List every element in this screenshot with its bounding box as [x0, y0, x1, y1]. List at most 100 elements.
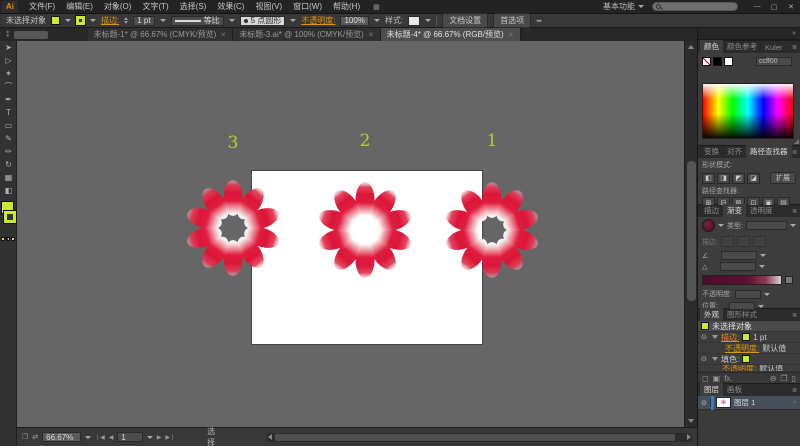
none-swatch[interactable]	[702, 57, 711, 66]
prev-artboard-button[interactable]: ◀	[109, 434, 114, 441]
search-input[interactable]	[652, 2, 738, 11]
visibility-eye-icon[interactable]: ⊙	[701, 333, 709, 341]
scroll-down-icon[interactable]	[688, 419, 694, 423]
delete-item-button[interactable]: ▯	[792, 374, 796, 383]
stroke-weight-stepper[interactable]	[124, 17, 128, 24]
expand-button[interactable]: 扩展	[770, 172, 796, 184]
appearance-fill-row[interactable]: ⊙ 填色:	[698, 354, 800, 365]
stop-opacity-dropdown-icon[interactable]	[764, 293, 770, 296]
black-swatch[interactable]	[713, 57, 722, 66]
menu-type[interactable]: 文字(T)	[137, 0, 173, 13]
collapse-panels-icon[interactable]: »	[792, 30, 796, 37]
artboard-number-field[interactable]: 1	[117, 432, 142, 442]
flower-3[interactable]	[185, 180, 281, 276]
fill-attr-label[interactable]: 填色:	[721, 354, 739, 365]
opacity-attr-link[interactable]: 不透明度:	[725, 343, 759, 354]
zoom-level-field[interactable]: 66.67%	[42, 432, 81, 442]
visibility-eye-icon[interactable]: ⊙	[701, 355, 709, 363]
aspect-ratio-field[interactable]	[720, 262, 756, 271]
lasso-tool[interactable]: ⌒	[0, 80, 17, 93]
menu-select[interactable]: 选择(S)	[175, 0, 212, 13]
tab-stroke[interactable]: 描边	[700, 204, 723, 217]
fill-attr-swatch[interactable]	[742, 355, 750, 363]
tab-graphic-styles[interactable]: 图形样式	[723, 308, 761, 321]
stroke-proxy-swatch[interactable]	[4, 211, 16, 223]
panel-menu-icon[interactable]: ≣	[792, 312, 797, 319]
doc-tab-3-active[interactable]: 未标题-4* @ 66.67% (RGB/预览) ✕	[381, 28, 521, 41]
canvas[interactable]: 3 2 1	[17, 41, 684, 427]
tab-kuler[interactable]: Kuler	[761, 42, 787, 53]
appearance-opacity-row[interactable]: 不透明度: 默认值	[698, 343, 800, 354]
direct-selection-tool[interactable]: ▷	[0, 54, 17, 67]
menu-file[interactable]: 文件(F)	[24, 0, 60, 13]
gradient-mode-button[interactable]	[6, 237, 10, 241]
flower-2[interactable]	[317, 182, 413, 278]
gradient-slider[interactable]	[702, 275, 782, 285]
new-fill-button[interactable]: ▣	[713, 374, 721, 383]
menu-edit[interactable]: 编辑(E)	[61, 0, 98, 13]
document-setup-button[interactable]: 文档设置	[442, 13, 488, 28]
scroll-left-icon[interactable]	[268, 434, 272, 440]
doc-tab-1[interactable]: 未标题-1* @ 66.67% (CMYK/预览) ✕	[88, 28, 234, 41]
rectangle-tool[interactable]: ▭	[0, 119, 17, 132]
horizontal-scroll-thumb[interactable]	[275, 434, 675, 441]
width-profile-dropdown[interactable]: 等比	[171, 16, 224, 26]
magic-wand-tool[interactable]: ✶	[0, 67, 17, 80]
white-swatch[interactable]	[724, 57, 733, 66]
status-icon-2[interactable]: ⇄	[32, 433, 38, 441]
stroke-dropdown-icon[interactable]	[90, 19, 96, 22]
close-icon[interactable]: ✕	[220, 31, 226, 39]
style-swatch[interactable]	[408, 16, 420, 26]
last-artboard-button[interactable]: ▶❘	[165, 434, 175, 441]
panel-menu-icon[interactable]: ≣	[792, 44, 797, 51]
next-artboard-button[interactable]: ▶	[157, 434, 162, 441]
stroke-panel-link[interactable]: 描边:	[101, 15, 119, 26]
style-dropdown-icon[interactable]	[425, 19, 431, 22]
vertical-scrollbar[interactable]	[684, 41, 697, 427]
stroke-attr-link[interactable]: 描边:	[721, 332, 739, 343]
first-artboard-button[interactable]: ❘◀	[95, 434, 105, 441]
color-mode-button[interactable]	[1, 237, 5, 241]
rotate-tool[interactable]: ↻	[0, 158, 17, 171]
opacity-attr-link[interactable]: 不透明度:	[722, 365, 756, 372]
gradient-swatch-dropdown-icon[interactable]	[718, 224, 724, 227]
profile-dropdown-icon[interactable]	[229, 19, 235, 22]
minimize-button[interactable]: —	[752, 3, 762, 11]
mesh-tool[interactable]: ▦	[0, 171, 17, 184]
tab-gradient[interactable]: 渐变	[723, 204, 746, 217]
fill-color-swatch[interactable]	[51, 16, 60, 25]
panel-menu-icon[interactable]: ≣	[792, 387, 797, 394]
type-dropdown-icon[interactable]	[790, 224, 796, 227]
expand-row-icon[interactable]	[712, 335, 718, 339]
maximize-button[interactable]: ▢	[769, 3, 779, 11]
brush-dropdown-icon[interactable]	[290, 19, 296, 22]
tab-color-guide[interactable]: 颜色参考	[723, 40, 761, 53]
close-icon[interactable]: ✕	[508, 31, 514, 39]
preferences-button[interactable]: 首选项	[493, 13, 531, 28]
pen-tool[interactable]: ✒	[0, 93, 17, 106]
tab-color[interactable]: 颜色	[700, 40, 723, 53]
artboard-dropdown-icon[interactable]	[147, 436, 153, 439]
stroke-attr-swatch[interactable]	[742, 333, 750, 341]
panel-menu-icon[interactable]: ≣	[792, 149, 797, 156]
layer-row-1[interactable]: ⊙ ✳ 图层 1 ◦	[698, 396, 800, 410]
stroke-color-swatch[interactable]	[76, 16, 85, 25]
opacity-dropdown-icon[interactable]	[374, 19, 380, 22]
menu-effect[interactable]: 效果(C)	[212, 0, 249, 13]
scroll-up-icon[interactable]	[688, 45, 694, 49]
exclude-button[interactable]: ◪	[747, 173, 760, 184]
opacity-field[interactable]: 100%	[340, 16, 368, 26]
tab-artboards[interactable]: 画板	[723, 383, 746, 396]
tab-layers[interactable]: 图层	[700, 383, 723, 396]
tab-transform[interactable]: 变换	[700, 145, 723, 158]
workspace-switcher[interactable]: 基本功能	[603, 1, 644, 12]
pencil-tool[interactable]: ✏	[0, 145, 17, 158]
tab-align[interactable]: 对齐	[723, 145, 746, 158]
stroke-weight-dropdown-icon[interactable]	[160, 19, 166, 22]
fill-dropdown-icon[interactable]	[65, 19, 71, 22]
appearance-stroke-row[interactable]: ⊙ 描边: 1 pt	[698, 332, 800, 343]
zoom-dropdown-icon[interactable]	[85, 436, 91, 439]
type-tool[interactable]: T	[0, 106, 17, 119]
brush-dropdown[interactable]: 5 点圆形	[240, 16, 286, 26]
horizontal-scrollbar[interactable]	[267, 433, 692, 442]
